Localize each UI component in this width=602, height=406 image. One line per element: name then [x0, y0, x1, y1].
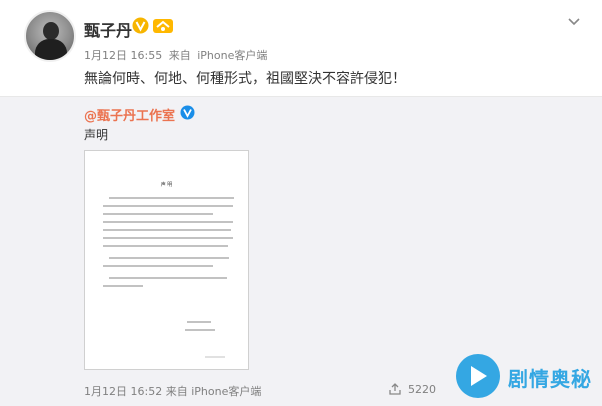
verified-icon — [132, 17, 149, 34]
repost-source-prefix: 来自 — [165, 385, 188, 398]
repost-time[interactable]: 1月12日 16:52 — [84, 385, 162, 398]
author-name[interactable]: 甄子丹 — [84, 17, 132, 41]
avatar-body — [35, 39, 67, 60]
statement-line — [103, 221, 233, 223]
statement-line — [103, 245, 228, 247]
post-meta: 1月12日 16:55 来自 iPhone客户端 — [84, 47, 270, 63]
post-text: 無論何時、何地、何種形式，祖國堅決不容許侵犯！ — [84, 71, 406, 87]
play-triangle — [471, 366, 487, 386]
statement-line — [103, 205, 233, 207]
statement-date — [185, 329, 215, 331]
repost-text: 声明 — [84, 128, 109, 142]
statement-line — [103, 213, 213, 215]
repost-author[interactable]: @甄子丹工作室 — [84, 105, 175, 124]
statement-signature — [187, 321, 211, 323]
image-watermark — [205, 356, 225, 358]
verified-icon — [180, 105, 195, 120]
post-source[interactable]: iPhone客户端 — [197, 49, 267, 62]
avatar-head — [43, 22, 59, 40]
statement-line — [103, 265, 213, 267]
statement-line — [109, 277, 227, 279]
statement-line — [103, 237, 233, 239]
site-watermark: 剧情奥秘 — [450, 348, 592, 404]
level-badge-icon[interactable] — [152, 17, 174, 34]
repost-meta: 1月12日 16:52 来自 iPhone客户端 — [84, 383, 261, 399]
share-icon[interactable] — [388, 382, 402, 396]
repost-source[interactable]: iPhone客户端 — [191, 385, 261, 398]
statement-line — [103, 229, 231, 231]
avatar[interactable] — [24, 10, 76, 62]
statement-line — [103, 285, 143, 287]
weibo-post: 甄子丹 1月12日 16:55 来自 iPhone客户端 無論何時、何地、何種形… — [0, 0, 602, 406]
post-source-prefix: 来自 — [168, 49, 191, 62]
statement-line — [109, 197, 234, 199]
watermark-text: 剧情奥秘 — [508, 367, 592, 391]
share-count[interactable]: 5220 — [408, 383, 436, 396]
statement-line — [109, 257, 229, 259]
chevron-down-icon[interactable] — [566, 14, 582, 30]
statement-image[interactable]: 声 明 — [84, 150, 249, 370]
post-time[interactable]: 1月12日 16:55 — [84, 49, 162, 62]
statement-title: 声 明 — [160, 182, 173, 188]
